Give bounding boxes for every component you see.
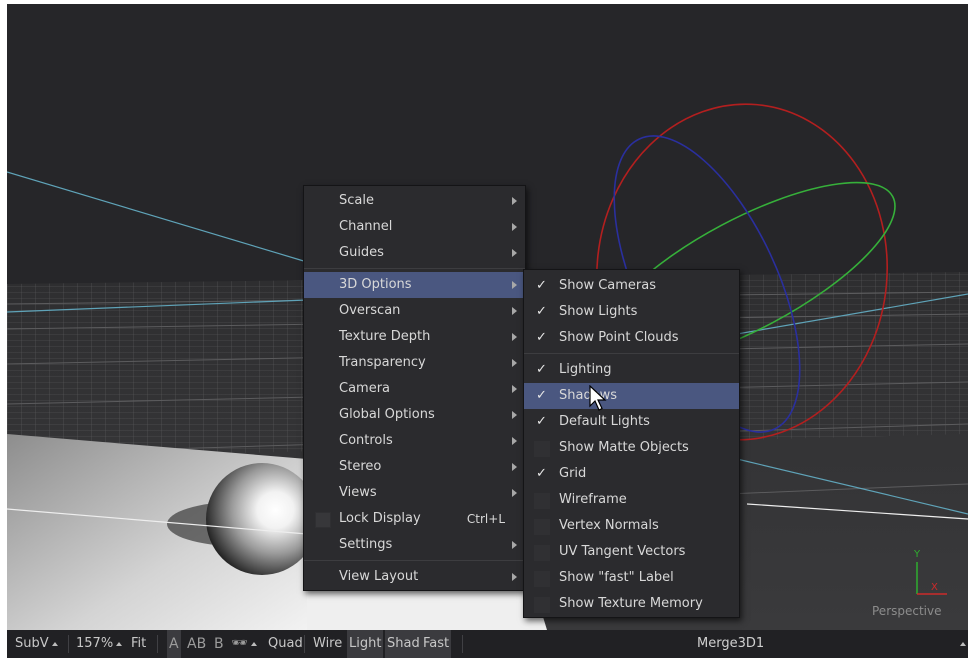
menu-item-views[interactable]: Views <box>304 480 525 506</box>
context-menu: Scale Channel Guides 3D Options Overscan… <box>303 185 526 591</box>
menu-item-settings[interactable]: Settings <box>304 532 525 558</box>
toolbar-separator <box>462 635 463 653</box>
menu-item-camera[interactable]: Camera <box>304 376 525 402</box>
menu-item-controls[interactable]: Controls <box>304 428 525 454</box>
app-window: Y X Perspective Scale Channel Guides 3D … <box>0 0 968 659</box>
3d-options-submenu: ✓ Show Cameras ✓ Show Lights ✓ Show Point C… <box>523 269 740 618</box>
check-icon: ✓ <box>536 278 547 293</box>
shortcut-label: Ctrl+L <box>466 512 505 526</box>
dropdown-arrow-icon <box>51 641 58 646</box>
mouse-cursor-icon <box>589 385 607 411</box>
submenu-arrow-icon <box>512 385 517 393</box>
check-icon: ✓ <box>536 304 547 319</box>
option-grid[interactable]: ✓ Grid <box>524 461 739 487</box>
submenu-arrow-icon <box>512 463 517 471</box>
fast-toggle[interactable]: Fast <box>421 630 452 658</box>
option-show-texture-memory[interactable]: Show Texture Memory <box>524 591 739 617</box>
view-ab-button[interactable]: AB <box>187 630 206 658</box>
zoom-menu[interactable]: 157% <box>76 630 123 658</box>
submenu-arrow-icon <box>512 223 517 231</box>
menu-separator <box>304 268 525 269</box>
svg-text:X: X <box>931 582 938 593</box>
shad-toggle[interactable]: Shad <box>385 630 422 658</box>
submenu-arrow-icon <box>512 489 517 497</box>
stereo-glasses-icon[interactable]: 🕶 <box>231 630 257 658</box>
menu-separator <box>304 560 525 561</box>
dropdown-arrow-icon <box>250 641 257 646</box>
toolbar-separator <box>157 635 158 653</box>
check-icon: ✓ <box>536 388 547 403</box>
checkbox-unchecked <box>533 440 551 458</box>
expand-arrow-icon[interactable] <box>960 642 966 646</box>
submenu-arrow-icon <box>512 411 517 419</box>
option-lighting[interactable]: ✓ Lighting <box>524 357 739 383</box>
menu-item-guides[interactable]: Guides <box>304 240 525 266</box>
check-icon: ✓ <box>536 362 547 377</box>
option-show-lights[interactable]: ✓ Show Lights <box>524 299 739 325</box>
menu-item-scale[interactable]: Scale <box>304 188 525 214</box>
menu-item-view-layout[interactable]: View Layout <box>304 564 525 590</box>
submenu-arrow-icon <box>512 359 517 367</box>
toolbar-separator <box>304 635 305 653</box>
menu-item-global-options[interactable]: Global Options <box>304 402 525 428</box>
submenu-arrow-icon <box>512 307 517 315</box>
submenu-arrow-icon <box>512 573 517 581</box>
checkbox-unchecked <box>533 596 551 614</box>
menu-item-lock-display[interactable]: Lock Display Ctrl+L <box>304 506 525 532</box>
option-uv-tangent-vectors[interactable]: UV Tangent Vectors <box>524 539 739 565</box>
submenu-arrow-icon <box>512 437 517 445</box>
view-a-button[interactable]: A <box>167 630 181 658</box>
checkbox-unchecked <box>315 512 331 528</box>
option-show-cameras[interactable]: ✓ Show Cameras <box>524 273 739 299</box>
viewport-label: Perspective <box>872 604 942 618</box>
menu-item-channel[interactable]: Channel <box>304 214 525 240</box>
viewer-toolbar: SubV 157% Fit A AB B 🕶 Quad Wire Light S… <box>7 630 968 658</box>
view-b-button[interactable]: B <box>214 630 224 658</box>
submenu-arrow-icon <box>512 281 517 289</box>
menu-item-overscan[interactable]: Overscan <box>304 298 525 324</box>
menu-item-transparency[interactable]: Transparency <box>304 350 525 376</box>
option-default-lights[interactable]: ✓ Default Lights <box>524 409 739 435</box>
option-show-fast-label[interactable]: Show "fast" Label <box>524 565 739 591</box>
wire-toggle[interactable]: Wire <box>313 630 342 658</box>
sphere-object <box>206 463 318 575</box>
check-icon: ✓ <box>536 330 547 345</box>
menu-item-3d-options[interactable]: 3D Options <box>304 272 525 298</box>
option-show-matte-objects[interactable]: Show Matte Objects <box>524 435 739 461</box>
check-icon: ✓ <box>536 466 547 481</box>
option-show-point-clouds[interactable]: ✓ Show Point Clouds <box>524 325 739 351</box>
checkbox-unchecked <box>533 544 551 562</box>
menu-separator <box>524 353 739 354</box>
dropdown-arrow-icon <box>116 641 123 646</box>
node-name-label: Merge3D1 <box>697 636 765 651</box>
light-toggle[interactable]: Light <box>347 630 384 658</box>
option-wireframe[interactable]: Wireframe <box>524 487 739 513</box>
subview-button[interactable]: SubV <box>15 630 58 658</box>
fit-button[interactable]: Fit <box>131 630 146 658</box>
submenu-arrow-icon <box>512 333 517 341</box>
option-shadows[interactable]: ✓ Shadows <box>524 383 739 409</box>
submenu-arrow-icon <box>512 197 517 205</box>
toolbar-separator <box>68 635 69 653</box>
quad-button[interactable]: Quad <box>268 630 303 658</box>
menu-item-stereo[interactable]: Stereo <box>304 454 525 480</box>
submenu-arrow-icon <box>512 249 517 257</box>
menu-item-texture-depth[interactable]: Texture Depth <box>304 324 525 350</box>
checkbox-unchecked <box>533 492 551 510</box>
check-icon: ✓ <box>536 414 547 429</box>
checkbox-unchecked <box>533 570 551 588</box>
submenu-arrow-icon <box>512 541 517 549</box>
option-vertex-normals[interactable]: Vertex Normals <box>524 513 739 539</box>
checkbox-unchecked <box>533 518 551 536</box>
svg-text:Y: Y <box>913 549 921 560</box>
